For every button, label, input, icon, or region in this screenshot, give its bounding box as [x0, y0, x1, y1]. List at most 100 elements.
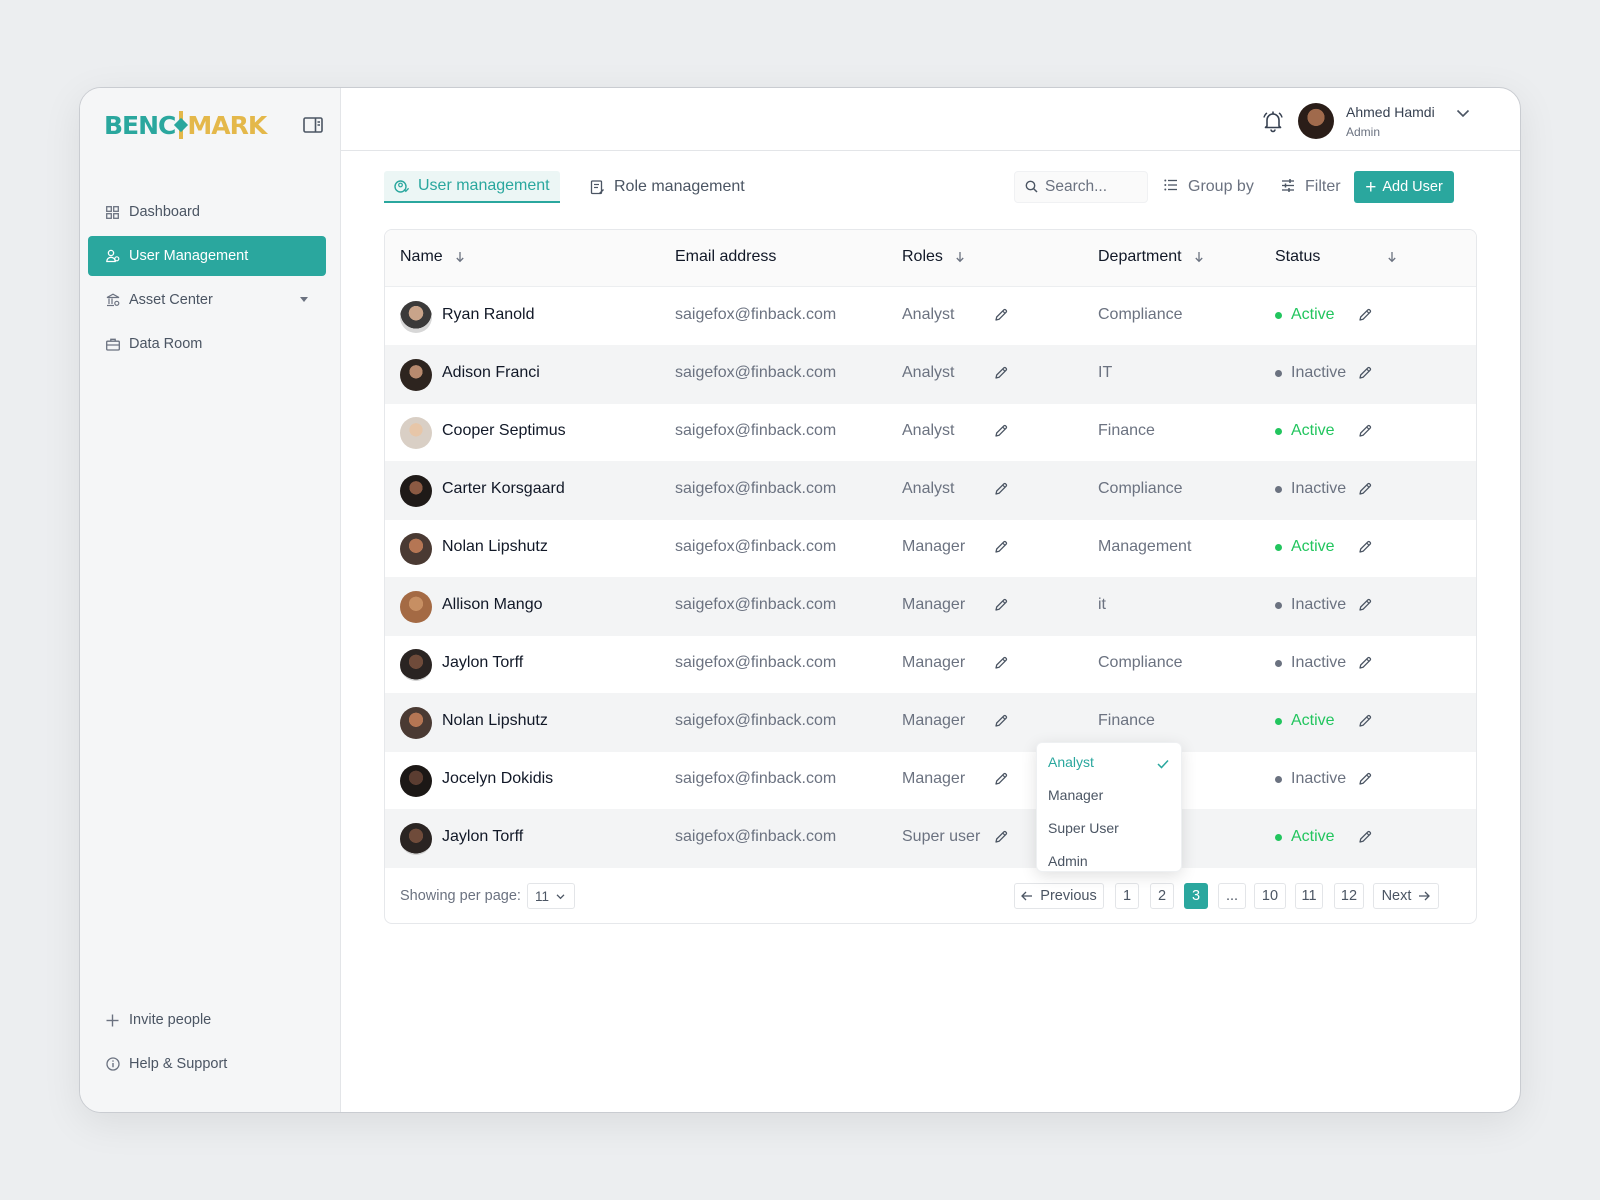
sort-arrow-icon[interactable]	[1387, 251, 1397, 263]
search-icon	[1025, 180, 1039, 194]
role-cell: Manager	[902, 596, 966, 613]
invite-people-button[interactable]: Invite people	[88, 1000, 326, 1040]
email-cell: saigefox@finback.com	[675, 480, 837, 497]
page-button-11[interactable]: 11	[1295, 883, 1323, 909]
edit-status-pencil-icon[interactable]	[1358, 598, 1372, 612]
sidebar-item-data-room[interactable]: Data Room	[88, 324, 326, 364]
edit-role-pencil-icon[interactable]	[994, 540, 1008, 554]
edit-role-pencil-icon[interactable]	[994, 598, 1008, 612]
edit-role-pencil-icon[interactable]	[994, 772, 1008, 786]
previous-label: Previous	[1040, 888, 1097, 904]
user-avatar[interactable]	[1298, 103, 1334, 139]
edit-status-pencil-icon[interactable]	[1358, 424, 1372, 438]
sidebar-item-dashboard[interactable]: Dashboard	[88, 192, 326, 232]
status-dot-icon	[1275, 601, 1282, 609]
edit-status-pencil-icon[interactable]	[1358, 540, 1372, 554]
sidebar-toggle-icon[interactable]	[303, 116, 323, 134]
tab-label: User management	[418, 177, 550, 194]
role-dropdown-menu: Analyst Manager Super User Admin	[1036, 742, 1182, 872]
status-dot-icon	[1275, 833, 1282, 841]
column-header-roles[interactable]: Roles	[902, 248, 965, 266]
edit-status-pencil-icon[interactable]	[1358, 308, 1372, 322]
edit-status-pencil-icon[interactable]	[1358, 714, 1372, 728]
user-role: Admin	[1346, 125, 1381, 139]
page-button-12[interactable]: 12	[1334, 883, 1364, 909]
chevron-down-icon	[556, 892, 565, 901]
edit-status-pencil-icon[interactable]	[1358, 772, 1372, 786]
status-dot-icon	[1275, 717, 1282, 725]
sort-arrow-icon[interactable]	[1194, 251, 1204, 263]
edit-role-pencil-icon[interactable]	[994, 830, 1008, 844]
column-header-department[interactable]: Department	[1098, 248, 1204, 266]
per-page-select[interactable]: 11	[527, 883, 575, 909]
top-bar: Ahmed Hamdi Admin	[341, 88, 1520, 151]
edit-role-pencil-icon[interactable]	[994, 714, 1008, 728]
tab-user-management[interactable]: User management	[384, 171, 560, 203]
status-label: Active	[1291, 422, 1335, 439]
previous-page-button[interactable]: Previous	[1014, 883, 1104, 909]
edit-status-pencil-icon[interactable]	[1358, 366, 1372, 380]
column-header-status[interactable]: Status	[1275, 248, 1320, 266]
per-page-value: 11	[535, 888, 550, 904]
role-option-analyst[interactable]: Analyst	[1037, 745, 1181, 778]
table-row[interactable]: Jaylon Torff saigefox@finback.com Manager C…	[385, 635, 1476, 694]
role-option-admin[interactable]: Admin	[1037, 844, 1181, 877]
edit-role-pencil-icon[interactable]	[994, 482, 1008, 496]
user-name-cell: Ryan Ranold	[442, 306, 535, 323]
edit-status-pencil-icon[interactable]	[1358, 656, 1372, 670]
avatar	[400, 707, 432, 739]
bell-icon[interactable]	[1261, 109, 1285, 133]
role-cell: Manager	[902, 654, 966, 671]
table-row[interactable]: Nolan Lipshutz saigefox@finback.com Manage…	[385, 693, 1476, 752]
status-label: Active	[1291, 306, 1335, 323]
table-row[interactable]: Nolan Lipshutz saigefox@finback.com Manage…	[385, 519, 1476, 578]
search-input[interactable]: Search...	[1014, 171, 1148, 203]
edit-role-pencil-icon[interactable]	[994, 366, 1008, 380]
help-support-button[interactable]: Help & Support	[88, 1044, 326, 1084]
table-header: Name Email address Roles Department Stat…	[385, 230, 1476, 287]
table-row[interactable]: Jocelyn Dokidis saigefox@finback.com Manag…	[385, 751, 1476, 810]
sidebar-item-user-management[interactable]: User Management	[88, 236, 326, 276]
status-label: Inactive	[1291, 364, 1347, 381]
column-label: Status	[1275, 248, 1321, 265]
page-button-3[interactable]: 3	[1184, 883, 1208, 909]
user-shield-icon	[394, 178, 410, 194]
brand-logo[interactable]: BENC MARK	[104, 110, 267, 140]
tab-role-management[interactable]: Role management	[580, 171, 755, 203]
role-cell: Super user	[902, 828, 981, 845]
next-page-button[interactable]: Next	[1373, 883, 1439, 909]
edit-role-pencil-icon[interactable]	[994, 308, 1008, 322]
filter-button[interactable]: Filter	[1281, 171, 1341, 203]
status-dot-icon	[1275, 311, 1282, 319]
edit-role-pencil-icon[interactable]	[994, 424, 1008, 438]
edit-status-pencil-icon[interactable]	[1358, 482, 1372, 496]
avatar	[400, 823, 432, 855]
sort-arrow-icon[interactable]	[455, 251, 465, 263]
column-header-name[interactable]: Name	[400, 248, 465, 266]
chevron-down-icon[interactable]	[1455, 105, 1471, 121]
sort-arrow-icon[interactable]	[955, 251, 965, 263]
status-label: Inactive	[1291, 596, 1347, 613]
group-by-button[interactable]: Group by	[1164, 171, 1254, 203]
page-button-1[interactable]: 1	[1115, 883, 1139, 909]
table-row[interactable]: Ryan Ranold saigefox@finback.com Analyst Co…	[385, 287, 1476, 346]
role-option-super-user[interactable]: Super User	[1037, 811, 1181, 844]
user-name[interactable]: Ahmed Hamdi	[1346, 104, 1435, 120]
bank-icon	[106, 293, 120, 307]
edit-role-pencil-icon[interactable]	[994, 656, 1008, 670]
role-option-manager[interactable]: Manager	[1037, 778, 1181, 811]
email-cell: saigefox@finback.com	[675, 654, 837, 671]
table-row[interactable]: Adison Franci saigefox@finback.com Analyst…	[385, 345, 1476, 404]
status-badge: Inactive	[1275, 596, 1346, 614]
table-row[interactable]: Jaylon Torff saigefox@finback.com Super us…	[385, 809, 1476, 868]
sidebar-item-asset-center[interactable]: Asset Center	[88, 280, 326, 320]
table-row[interactable]: Cooper Septimus saigefox@finback.com Analy…	[385, 403, 1476, 462]
table-row[interactable]: Allison Mango saigefox@finback.com Manager…	[385, 577, 1476, 636]
edit-status-pencil-icon[interactable]	[1358, 830, 1372, 844]
grid-icon	[106, 205, 120, 219]
table-row[interactable]: Carter Korsgaard saigefox@finback.com Anal…	[385, 461, 1476, 520]
list-icon	[1164, 179, 1180, 195]
page-button-10[interactable]: 10	[1254, 883, 1286, 909]
add-user-button[interactable]: + Add User	[1354, 171, 1454, 203]
page-button-2[interactable]: 2	[1150, 883, 1174, 909]
